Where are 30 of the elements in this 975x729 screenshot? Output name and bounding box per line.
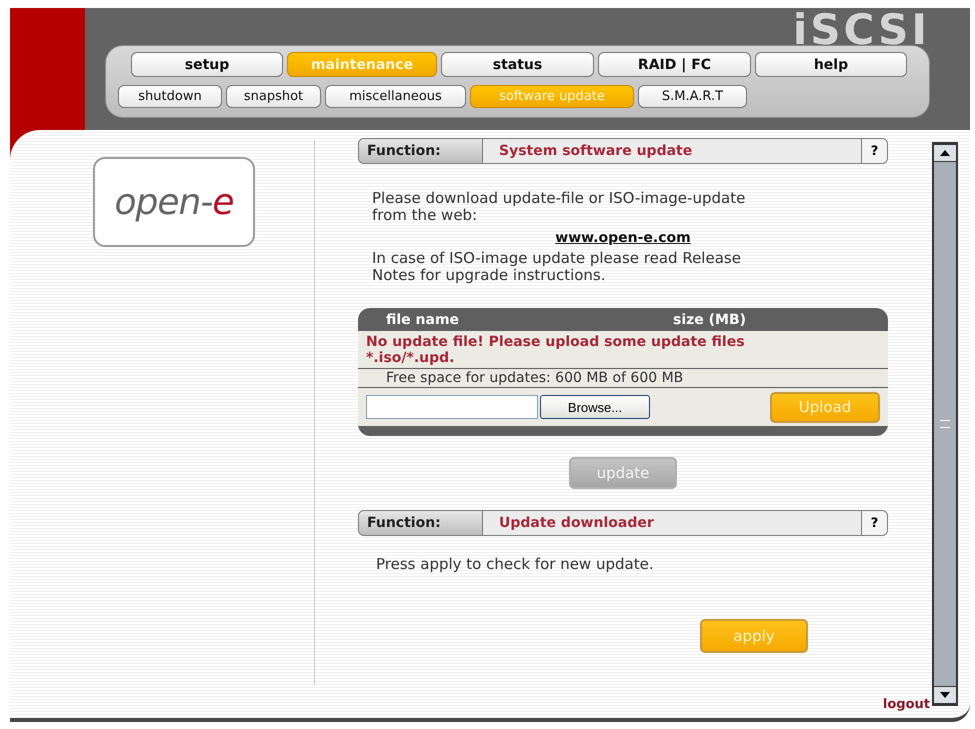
scrollbar[interactable] bbox=[932, 142, 958, 706]
scroll-down-icon[interactable] bbox=[940, 692, 950, 698]
free-space-text: Free space for updates: 600 MB of 600 MB bbox=[358, 369, 888, 388]
column-header: file name bbox=[386, 312, 460, 328]
main-tab[interactable]: help bbox=[755, 52, 907, 77]
sub-tab[interactable]: shutdown bbox=[118, 85, 222, 108]
function-label: Function: bbox=[359, 139, 483, 163]
section-title: System software update bbox=[498, 142, 694, 161]
release-notes-text: In case of ISO-image update please read Release Notes for upgrade instructions. bbox=[371, 250, 742, 284]
browse-button[interactable]: Browse... bbox=[540, 395, 650, 419]
apply-hint-text: Press apply to check for new update. bbox=[375, 556, 655, 573]
brand-logo: open-e bbox=[114, 182, 234, 222]
sub-tab[interactable]: S.M.A.R.T bbox=[638, 85, 747, 108]
section-title: Update downloader bbox=[498, 514, 655, 533]
sub-tab[interactable]: snapshot bbox=[226, 85, 321, 108]
help-button[interactable]: ? bbox=[861, 511, 887, 535]
intro-text: Please download update-file or ISO-image-update from the web: bbox=[371, 190, 746, 224]
file-input[interactable] bbox=[366, 395, 538, 419]
column-header: size (MB) bbox=[673, 312, 748, 328]
product-logo: iSCSI bbox=[792, 8, 930, 45]
function-label: Function: bbox=[359, 511, 483, 535]
logout-link[interactable]: logout bbox=[882, 697, 930, 712]
help-button[interactable]: ? bbox=[861, 139, 887, 163]
sub-tab[interactable]: miscellaneous bbox=[325, 85, 466, 108]
website-link[interactable]: www.open-e.com bbox=[555, 230, 691, 246]
scroll-up-icon[interactable] bbox=[940, 150, 950, 156]
main-tab[interactable]: status bbox=[441, 52, 594, 77]
main-tab[interactable]: setup bbox=[131, 52, 283, 77]
main-tab[interactable]: RAID | FC bbox=[598, 52, 751, 77]
no-file-message: No update file! Please upload some update files *.iso/*.upd. bbox=[358, 331, 888, 369]
